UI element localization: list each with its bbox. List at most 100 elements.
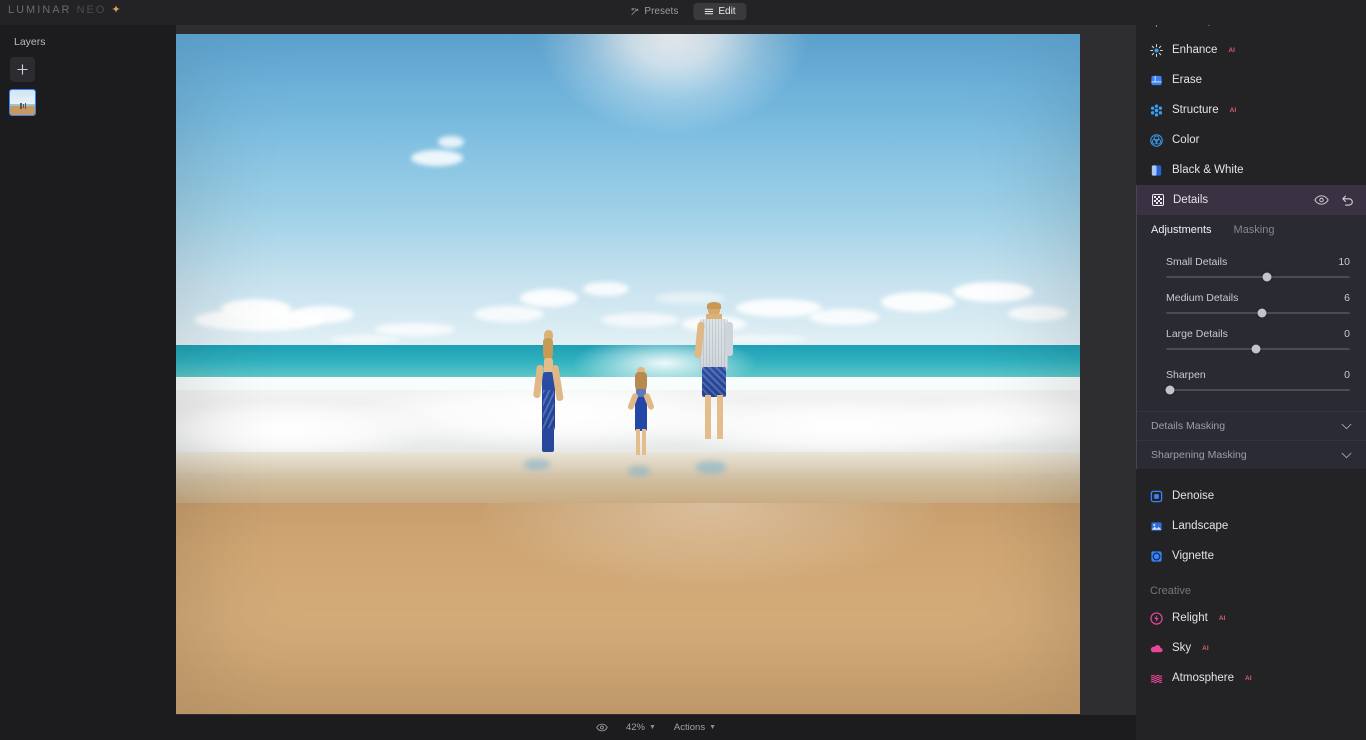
sidebar-item-enhance[interactable]: Enhance AI: [1136, 35, 1366, 65]
relight-icon: [1150, 611, 1163, 625]
collapsible-details-masking-label: Details Masking: [1151, 420, 1226, 432]
canvas-area[interactable]: [176, 25, 1136, 715]
denoise-icon: [1150, 490, 1163, 503]
slider-sharpen-value: 0: [1344, 369, 1350, 381]
actions-label: Actions: [673, 722, 706, 733]
sparkle-icon: [1150, 43, 1163, 57]
top-bar: LUMINAR NEO ✦ Presets Edit: [0, 0, 1366, 25]
sidebar-item-sky[interactable]: Sky AI: [1136, 633, 1366, 663]
layer-thumbnail-image: [10, 90, 35, 115]
details-visibility-toggle[interactable]: [1314, 195, 1329, 205]
sidebar-item-landscape-label: Landscape: [1172, 520, 1229, 532]
add-layer-button[interactable]: [10, 57, 35, 82]
chevron-down-icon: ▼: [648, 724, 656, 731]
zoom-level-value: 42%: [625, 722, 645, 733]
tab-adjustments[interactable]: Adjustments: [1151, 224, 1212, 236]
slider-large-details-handle[interactable]: [1251, 344, 1261, 354]
slider-medium-details-track[interactable]: [1166, 308, 1350, 318]
app-logo-text: LUMINAR NEO: [8, 4, 107, 16]
details-sliders: Small Details 10 Medium Details 6 Large …: [1137, 245, 1366, 411]
structure-dots-icon: [1150, 103, 1163, 117]
bw-split-icon: [1150, 164, 1163, 177]
eye-icon: [596, 723, 608, 732]
sidebar-item-black-and-white[interactable]: Black & White: [1136, 155, 1366, 185]
color-circles-icon: [1150, 133, 1163, 147]
tab-presets[interactable]: Presets: [619, 3, 689, 20]
slider-large-details-value: 0: [1344, 328, 1350, 340]
figure-man: [693, 301, 735, 463]
actions-menu-button[interactable]: Actions ▼: [674, 722, 716, 733]
sidebar-item-landscape[interactable]: Landscape: [1136, 511, 1366, 541]
preview-toggle-button[interactable]: [596, 723, 608, 732]
sidebar-item-color-label: Color: [1172, 134, 1200, 146]
sidebar-item-structure[interactable]: Structure AI: [1136, 95, 1366, 125]
sidebar-item-atmosphere[interactable]: Atmosphere AI: [1136, 663, 1366, 693]
layers-panel-title: Layers: [14, 36, 46, 48]
ai-badge: AI: [1218, 614, 1226, 622]
slider-small-details-handle[interactable]: [1262, 272, 1272, 282]
sidebar-item-structure-label: Structure: [1172, 104, 1219, 116]
layers-panel: Layers: [0, 25, 176, 740]
ai-badge: AI: [1229, 106, 1237, 114]
slider-sharpen-handle[interactable]: [1165, 385, 1175, 395]
details-panel: Details Adjustments Masking Small Detail…: [1136, 185, 1366, 469]
eraser-icon: [1150, 74, 1163, 87]
chevron-down-icon: [1341, 452, 1352, 459]
bottom-bar: 42% ▼ Actions ▼: [176, 715, 1136, 740]
sidebar-item-denoise-label: Denoise: [1172, 490, 1215, 502]
tab-edit[interactable]: Edit: [693, 3, 747, 20]
slider-small-details: Small Details 10: [1166, 256, 1350, 282]
slider-medium-details-value: 6: [1344, 292, 1350, 304]
slider-small-details-value: 10: [1338, 256, 1350, 268]
tab-edit-label: Edit: [718, 6, 736, 17]
slider-large-details-track[interactable]: [1166, 344, 1350, 354]
add-layer-icon: [17, 64, 28, 75]
details-reset-button[interactable]: [1341, 194, 1354, 206]
sidebar-item-atmosphere-label: Atmosphere: [1172, 672, 1235, 684]
sidebar-item-color[interactable]: Color: [1136, 125, 1366, 155]
sidebar-item-vignette-label: Vignette: [1172, 550, 1214, 562]
sparkle-icon: ✦: [111, 3, 121, 16]
sidebar-item-enhance-label: Enhance: [1172, 44, 1218, 56]
sidebar-item-relight-label: Relight: [1172, 612, 1208, 624]
vignette-icon: [1150, 550, 1163, 563]
collapsible-sharpening-masking-label: Sharpening Masking: [1151, 449, 1247, 461]
collapsible-details-masking[interactable]: Details Masking: [1137, 411, 1366, 440]
slider-medium-details-label: Medium Details: [1166, 292, 1239, 304]
details-subtabs: Adjustments Masking: [1137, 215, 1366, 245]
chevron-down-icon: [1341, 423, 1352, 430]
edit-sliders-icon: [704, 8, 714, 15]
layer-item-thumbnail[interactable]: [9, 89, 36, 116]
eye-icon: [1314, 195, 1329, 205]
slider-sharpen-label: Sharpen: [1166, 369, 1206, 381]
details-panel-header[interactable]: Details: [1137, 185, 1366, 215]
sidebar-item-sky-label: Sky: [1172, 642, 1192, 654]
top-tabs: Presets Edit: [619, 3, 747, 20]
sidebar-item-denoise[interactable]: Denoise: [1136, 481, 1366, 511]
tab-masking[interactable]: Masking: [1234, 224, 1275, 236]
sidebar-item-erase-label: Erase: [1172, 74, 1203, 86]
details-panel-title: Details: [1173, 194, 1209, 206]
landscape-icon: [1150, 520, 1163, 533]
figure-woman: [533, 329, 564, 465]
sky-cloud-icon: [1150, 642, 1163, 655]
slider-small-details-track[interactable]: [1166, 272, 1350, 282]
undo-icon: [1342, 195, 1353, 206]
slider-sharpen-track[interactable]: [1165, 385, 1350, 395]
section-title-creative: Creative: [1150, 585, 1191, 597]
app-logo: LUMINAR NEO ✦: [8, 4, 121, 16]
slider-medium-details-handle[interactable]: [1257, 308, 1267, 318]
sidebar-item-black-and-white-label: Black & White: [1172, 164, 1244, 176]
collapsible-sharpening-masking[interactable]: Sharpening Masking: [1137, 440, 1366, 469]
ai-badge: AI: [1228, 46, 1235, 54]
zoom-level-selector[interactable]: 42% ▼: [626, 722, 656, 733]
sidebar-item-relight[interactable]: Relight AI: [1136, 603, 1366, 633]
figure-girl: [626, 367, 655, 467]
slider-small-details-label: Small Details: [1166, 256, 1228, 268]
sidebar-item-vignette[interactable]: Vignette: [1136, 541, 1366, 571]
tab-presets-label: Presets: [644, 6, 679, 17]
sidebar-item-erase[interactable]: Erase: [1136, 65, 1366, 95]
tools-sidebar: Develop Enhance AI: [1136, 0, 1366, 740]
atmosphere-waves-icon: [1150, 672, 1163, 685]
chevron-down-icon: ▼: [709, 724, 717, 731]
